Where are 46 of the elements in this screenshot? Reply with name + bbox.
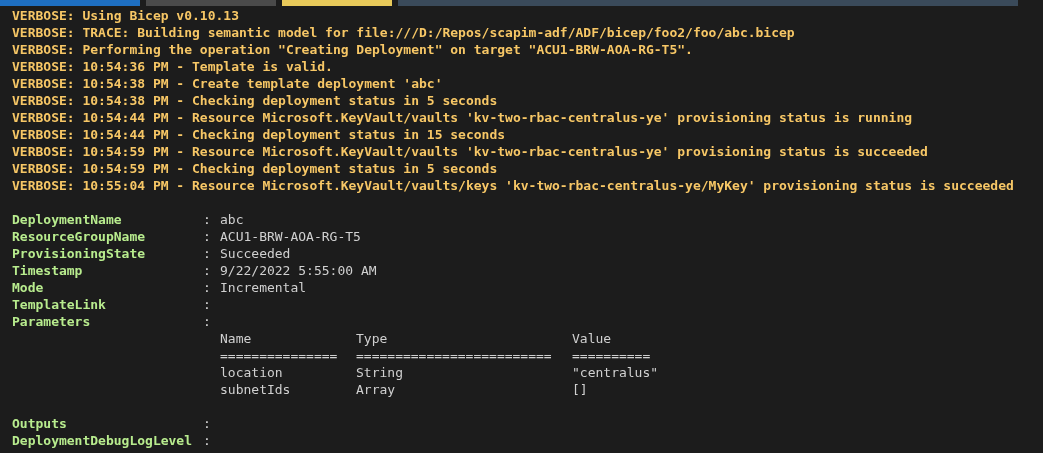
verbose-log-line: VERBOSE: 10:55:04 PM - Resource Microsoft.KeyVault/vaults/keys 'kv-two-rbac-centralus-ye/MyKey' provisioning status is succeeded — [12, 177, 1015, 194]
property-separator: : — [203, 296, 212, 313]
property-value: 9/22/2022 5:55:00 AM — [220, 262, 377, 279]
verbose-log-line: VERBOSE: TRACE: Building semantic model for file:///D:/Repos/scapim-adf/ADF/bicep/foo2/foo/abc.bicep — [12, 24, 796, 41]
verbose-log-line: VERBOSE: 10:54:44 PM - Checking deployment status in 15 seconds — [12, 126, 507, 143]
property-name: Mode — [12, 279, 45, 296]
column-header: Type — [356, 330, 389, 347]
property-separator: : — [203, 415, 212, 432]
verbose-log-line: VERBOSE: 10:54:44 PM - Resource Microsoft.KeyVault/vaults 'kv-two-rbac-centralus-ye' provisioning status is running — [12, 109, 914, 126]
column-header: Value — [572, 330, 612, 347]
column-rule: ========================= — [356, 347, 553, 364]
verbose-log-line: VERBOSE: Performing the operation "Creating Deployment" on target "ACU1-BRW-AOA-RG-T5". — [12, 41, 694, 58]
table-cell: "centralus" — [572, 364, 659, 381]
property-separator: : — [203, 279, 212, 296]
table-cell-text: String — [356, 364, 404, 381]
verbose-log-line: VERBOSE: Using Bicep v0.10.13 — [12, 7, 240, 24]
property-separator: : — [203, 313, 212, 330]
property-value: ACU1-BRW-AOA-RG-T5 — [220, 228, 361, 245]
property-name: ProvisioningState — [12, 245, 147, 262]
property-value: Succeeded — [220, 245, 291, 262]
table-cell-text: Array — [356, 381, 397, 398]
property-name: TemplateLink — [12, 296, 107, 313]
verbose-log-line: VERBOSE: 10:54:36 PM - Template is valid. — [12, 58, 334, 75]
property-value: abc — [220, 211, 244, 228]
verbose-log-line: VERBOSE: 10:54:38 PM - Checking deployment status in 5 seconds — [12, 92, 499, 109]
verbose-log-line: VERBOSE: 10:54:38 PM - Create template deployment 'abc' — [12, 75, 444, 92]
column-rule: ========== — [572, 347, 651, 364]
property-separator: : — [203, 228, 212, 245]
verbose-log-line: VERBOSE: 10:54:59 PM - Checking deployment status in 5 seconds — [12, 160, 499, 177]
property-separator: : — [203, 211, 212, 228]
verbose-log-line: VERBOSE: 10:54:59 PM - Resource Microsoft.KeyVault/vaults 'kv-two-rbac-centralus-ye' provisioning status is succeeded — [12, 143, 929, 160]
property-name: Outputs — [12, 415, 68, 432]
property-separator: : — [203, 432, 212, 449]
property-value: Incremental — [220, 279, 307, 296]
table-cell: [] — [572, 381, 588, 398]
column-header: Name — [220, 330, 253, 347]
property-separator: : — [203, 262, 212, 279]
property-name: DeploymentName — [12, 211, 123, 228]
property-name: Parameters — [12, 313, 92, 330]
property-name: Timestamp — [12, 262, 84, 279]
table-cell-text: location — [220, 364, 284, 381]
property-name: ResourceGroupName — [12, 228, 147, 245]
table-cell-text: subnetIds — [220, 381, 292, 398]
column-rule: =============== — [220, 347, 339, 364]
property-separator: : — [203, 245, 212, 262]
property-name: DeploymentDebugLogLevel — [12, 432, 193, 449]
